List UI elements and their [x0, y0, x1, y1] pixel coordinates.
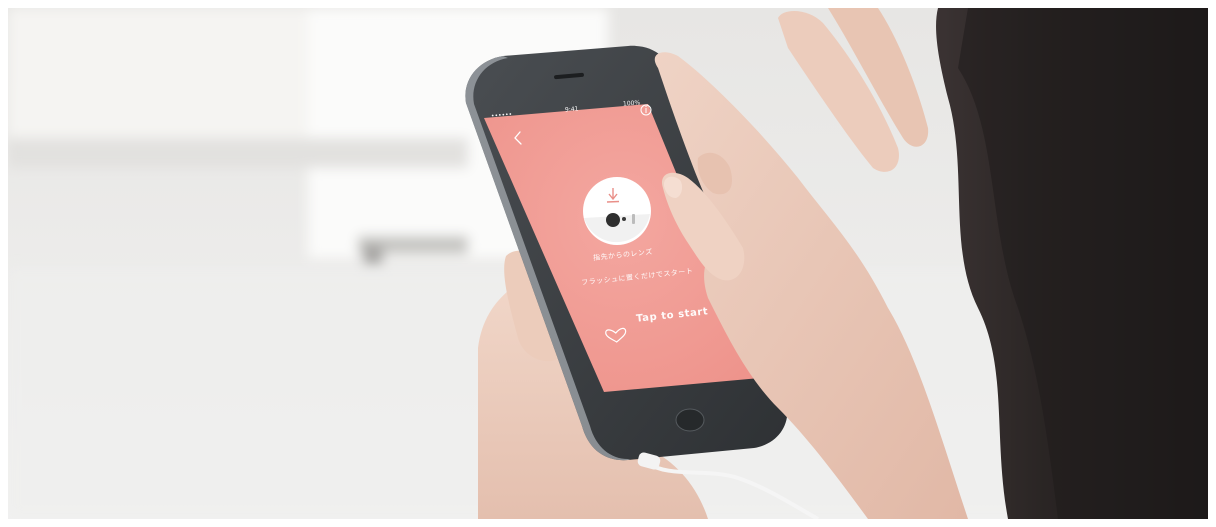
home-button[interactable] — [675, 408, 705, 432]
status-battery: 100% — [622, 99, 641, 108]
scene-svg — [8, 8, 1208, 519]
lens-device-icon — [583, 177, 651, 245]
status-time: 9:41 — [564, 105, 579, 114]
photo: •••••• 9:41 100% 指先からのレンズ フラッシュに置くだけでスター… — [8, 8, 1208, 519]
